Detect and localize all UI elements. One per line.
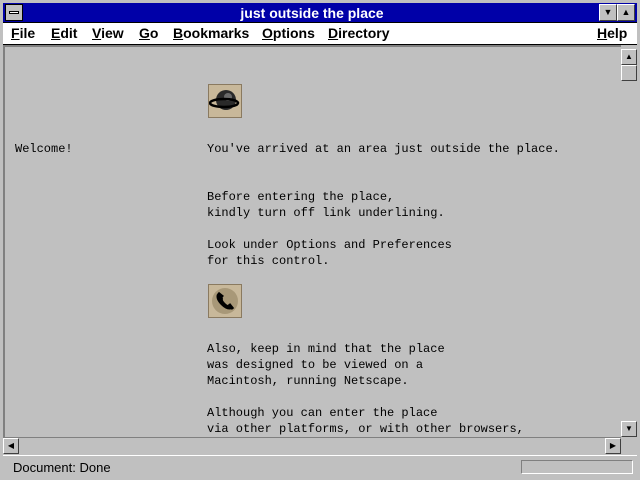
welcome-text: Welcome! [15, 142, 73, 156]
scroll-left-button[interactable]: ◀ [3, 438, 19, 454]
menu-file[interactable]: File [11, 25, 35, 41]
phone-icon[interactable] [208, 284, 242, 318]
para-line: was designed to be viewed on a [207, 358, 424, 372]
browser-window: just outside the place ▼ ▲ File Edit Vie… [0, 0, 640, 480]
scroll-down-button[interactable]: ▼ [621, 421, 637, 437]
para-line: via other platforms, or with other brows… [207, 422, 524, 436]
para-line: for this control. [207, 254, 330, 268]
scroll-right-button[interactable]: ▶ [605, 438, 621, 454]
menu-directory[interactable]: Directory [328, 25, 389, 41]
para-line: Macintosh, running Netscape. [207, 374, 409, 388]
menu-help[interactable]: Help [597, 25, 627, 41]
para-line: Also, keep in mind that the place [207, 342, 445, 356]
horizontal-scrollbar[interactable]: ◀ ▶ [3, 437, 621, 454]
system-menu-icon [9, 11, 19, 14]
status-bar: Document: Done [3, 455, 637, 477]
vertical-scrollbar[interactable]: ▲ ▼ [621, 45, 637, 437]
para-line: kindly turn off link underlining. [207, 206, 445, 220]
window-title: just outside the place [240, 5, 384, 21]
status-text: Document: Done [13, 460, 111, 475]
menu-options[interactable]: Options [262, 25, 315, 41]
menu-go[interactable]: Go [139, 25, 158, 41]
menu-edit[interactable]: Edit [51, 25, 77, 41]
menu-bar: File Edit View Go Bookmarks Options Dire… [3, 23, 637, 45]
para-line: Look under Options and Preferences [207, 238, 452, 252]
vertical-scroll-thumb[interactable] [621, 65, 637, 81]
intro-text: You've arrived at an area just outside t… [207, 142, 560, 156]
maximize-button[interactable]: ▲ [617, 4, 635, 21]
para-line: Although you can enter the place [207, 406, 438, 420]
system-menu-button[interactable] [5, 4, 23, 21]
planet-icon[interactable] [208, 84, 242, 118]
title-bar: just outside the place ▼ ▲ [3, 3, 637, 23]
menu-view[interactable]: View [92, 25, 124, 41]
para-line: Before entering the place, [207, 190, 395, 204]
menu-bookmarks[interactable]: Bookmarks [173, 25, 249, 41]
scroll-up-button[interactable]: ▲ [621, 49, 637, 65]
progress-indicator [521, 460, 633, 474]
document-content: Welcome! You've arrived at an area just … [3, 45, 621, 437]
minimize-button[interactable]: ▼ [599, 4, 617, 21]
